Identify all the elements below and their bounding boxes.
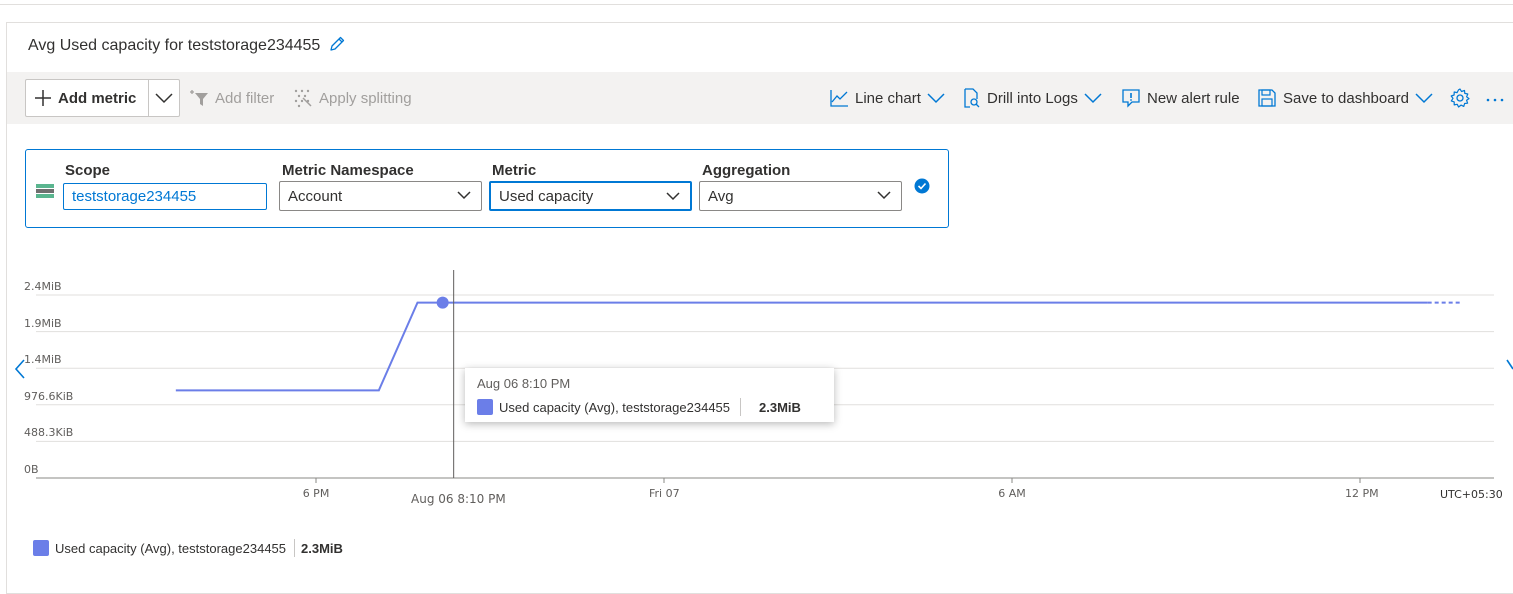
metric-select[interactable]: Used capacity [489,181,692,211]
chevron-down-icon [927,93,945,104]
aggregation-value: Avg [708,187,734,205]
legend-value: 2.3MiB [301,540,343,556]
metric-namespace-label: Metric Namespace [282,162,414,179]
x-tick-label: Fri 07 [649,487,680,500]
x-cursor-label: Aug 06 8:10 PM [411,492,506,506]
alert-icon [1122,89,1140,108]
chevron-down-icon [155,93,173,104]
x-tick-label: 6 AM [998,487,1026,500]
aggregation-select[interactable]: Avg [699,181,902,211]
plus-icon [35,90,51,106]
storage-account-icon [36,184,54,205]
x-tick-label: 12 PM [1345,487,1379,500]
add-metric-button[interactable]: Add metric [26,80,149,116]
chevron-right-icon[interactable] [1505,358,1513,385]
legend-swatch [33,540,49,556]
gear-icon [1450,88,1470,108]
x-tick-label: 6 PM [302,487,330,500]
timezone-label: UTC+05:30 [1440,488,1503,501]
tooltip-value: 2.3MiB [759,399,801,415]
scope-label: Scope [65,162,111,179]
apply-splitting-label: Apply splitting [319,89,412,107]
filter-plus-icon [190,90,208,106]
more-options-button[interactable] [1485,86,1505,110]
chevron-down-icon [457,191,471,200]
add-filter-button[interactable]: Add filter [189,86,274,110]
drill-into-logs-dropdown[interactable]: Drill into Logs [961,86,1102,110]
ellipsis-icon [1486,98,1504,102]
add-metric-label: Add metric [58,89,137,107]
tooltip-separator [740,398,742,416]
tooltip-series-swatch [477,399,493,415]
settings-button[interactable] [1450,86,1470,110]
chart-title-row: Avg Used capacity for teststorage234455 [28,34,346,58]
scope-value: teststorage234455 [72,188,197,205]
drill-into-logs-label: Drill into Logs [987,89,1078,107]
save-to-dashboard-label: Save to dashboard [1283,89,1409,107]
y-tick-label: 976.6KiB [24,389,74,403]
y-tick-label: 0B [24,463,39,476]
metric-value: Used capacity [499,187,594,205]
legend-separator [294,539,296,557]
scope-input[interactable]: teststorage234455 [63,183,267,210]
y-tick-label: 1.4MiB [24,353,62,367]
add-metric-split-button[interactable]: Add metric [25,79,180,117]
splitting-icon [294,89,312,108]
new-alert-rule-label: New alert rule [1147,89,1240,107]
chart-legend[interactable]: Used capacity (Avg), teststorage234455 2… [33,539,343,557]
logs-search-icon [964,88,980,108]
chevron-down-icon [877,191,891,200]
save-to-dashboard-dropdown[interactable]: Save to dashboard [1257,86,1433,110]
tooltip-time: Aug 06 8:10 PM [477,376,571,391]
legend-series-name: Used capacity (Avg), teststorage234455 [55,540,287,556]
chevron-down-icon [1084,93,1102,104]
chart-tooltip: Aug 06 8:10 PM Used capacity (Avg), test… [465,368,834,422]
y-tick-label: 488.3KiB [24,426,74,440]
tooltip-series-name: Used capacity (Avg), teststorage234455 [499,399,731,415]
chevron-down-icon [1415,93,1433,104]
line-chart-icon [830,90,848,107]
metric-namespace-value: Account [288,187,343,205]
tooltip-row: Used capacity (Avg), teststorage234455 2… [477,398,801,416]
y-tick-label: 1.9MiB [24,316,62,330]
line-chart-label: Line chart [855,89,921,107]
chevron-left-icon[interactable] [13,358,27,385]
line-chart-dropdown[interactable]: Line chart [829,86,945,110]
cursor-point [436,296,449,309]
add-metric-dropdown[interactable] [149,80,179,116]
metric-namespace-select[interactable]: Account [279,181,482,211]
y-tick-label: 2.4MiB [24,280,62,293]
top-divider [0,4,1513,5]
edit-pencil-icon[interactable] [328,35,346,58]
metric-label: Metric [492,162,537,179]
checkmark-icon[interactable] [914,178,930,199]
aggregation-label: Aggregation [702,162,791,179]
apply-splitting-button[interactable]: Apply splitting [293,86,412,110]
chart-title: Avg Used capacity for teststorage234455 [28,37,321,54]
save-icon [1258,89,1276,107]
chevron-down-icon [666,192,680,201]
add-filter-label: Add filter [215,89,275,107]
new-alert-rule-button[interactable]: New alert rule [1121,86,1240,110]
